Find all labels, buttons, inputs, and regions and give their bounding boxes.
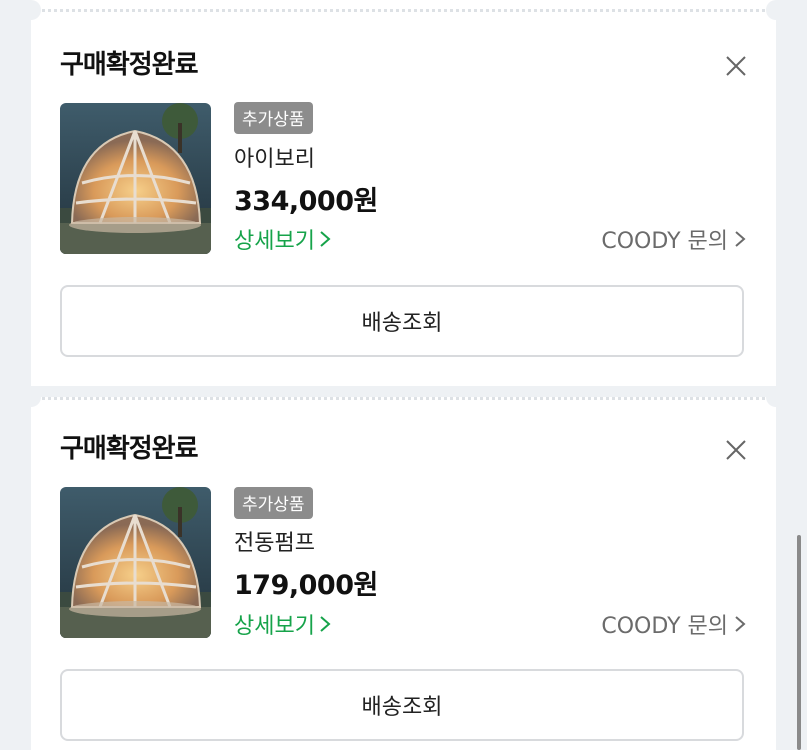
detail-view-label: 상세보기 <box>234 614 315 639</box>
chevron-right-icon <box>320 616 331 632</box>
seller-inquiry-link[interactable]: COODY 문의 <box>601 223 746 255</box>
detail-view-link[interactable]: 상세보기 <box>234 223 331 255</box>
product-thumbnail[interactable] <box>60 487 211 638</box>
close-button[interactable] <box>724 438 748 462</box>
close-button[interactable] <box>724 54 748 78</box>
ticket-notch <box>21 387 41 407</box>
additional-product-badge: 추가상품 <box>234 487 313 519</box>
seller-inquiry-label: COODY 문의 <box>601 614 728 639</box>
product-price: 179,000원 <box>234 570 378 601</box>
chevron-right-icon <box>735 231 746 247</box>
order-status-title: 구매확정완료 <box>60 434 199 464</box>
scrollbar-thumb[interactable] <box>797 535 801 750</box>
track-shipping-button[interactable]: 배송조회 <box>60 285 744 357</box>
product-price: 334,000원 <box>234 186 378 217</box>
chevron-right-icon <box>320 231 331 247</box>
order-list-page: 구매확정완료 추가상품 아이보리 334,000원 상세보기 COODY 문의 … <box>0 0 807 750</box>
dome-tent-image <box>60 103 211 254</box>
product-option-name: 전동펌프 <box>234 531 315 556</box>
detail-view-label: 상세보기 <box>234 229 315 254</box>
product-thumbnail[interactable] <box>60 103 211 254</box>
ticket-notch <box>766 0 786 20</box>
order-card: 구매확정완료 <box>21 0 786 386</box>
ticket-notch <box>21 0 41 20</box>
track-shipping-button[interactable]: 배송조회 <box>60 669 744 741</box>
perforation-divider <box>31 9 776 12</box>
additional-product-badge: 추가상품 <box>234 102 313 134</box>
detail-view-link[interactable]: 상세보기 <box>234 608 331 640</box>
seller-inquiry-link[interactable]: COODY 문의 <box>601 608 746 640</box>
seller-inquiry-label: COODY 문의 <box>601 229 728 254</box>
close-icon <box>726 440 746 460</box>
perforation-divider <box>31 397 776 400</box>
dome-tent-image <box>60 487 211 638</box>
close-icon <box>726 56 746 76</box>
ticket-notch <box>766 387 786 407</box>
chevron-right-icon <box>735 616 746 632</box>
product-option-name: 아이보리 <box>234 147 315 172</box>
order-card: 구매확정완료 <box>21 387 786 750</box>
order-status-title: 구매확정완료 <box>60 50 199 80</box>
